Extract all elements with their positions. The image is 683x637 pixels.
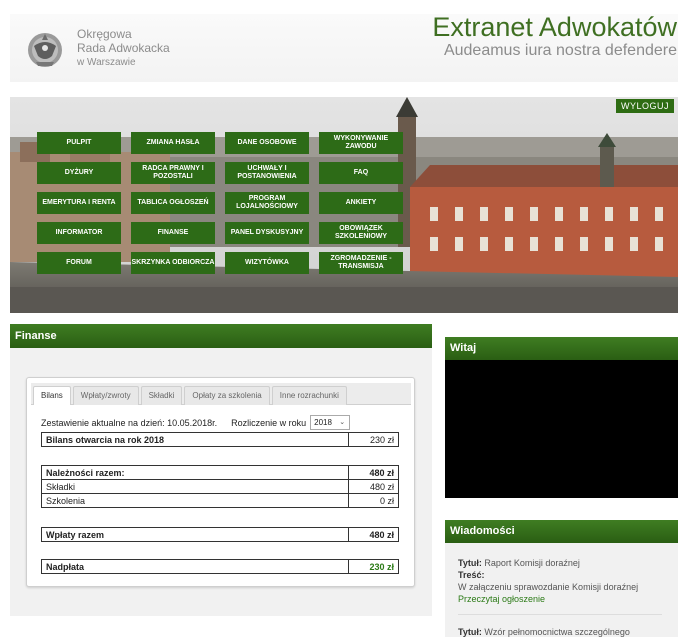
- chevron-down-icon: ⌄: [339, 419, 346, 426]
- menu-item-program-lojalnosciowy[interactable]: PROGRAM LOJALNOŚCIOWY: [225, 192, 309, 214]
- bilans-value: 230 zł: [348, 432, 399, 447]
- logout-button[interactable]: WYLOGUJ: [615, 99, 674, 113]
- status-label: Zestawienie aktualne na dzień: 10.05.201…: [41, 417, 218, 428]
- menu-item-informator[interactable]: INFORMATOR: [37, 222, 121, 244]
- finanse-panel-title: Finanse: [10, 324, 432, 348]
- bilans-label: Bilans otwarcia na rok 2018: [41, 432, 349, 447]
- table-row: Bilans otwarcia na rok 2018 230 zł: [41, 432, 399, 447]
- tab-bilans[interactable]: Bilans: [33, 386, 71, 405]
- message-title-row: Tytuł: Wzór pełnomocnictwa szczególnego: [458, 626, 630, 637]
- message-divider: [458, 614, 662, 615]
- finanse-box: Bilans Wpłaty/zwroty Składki Opłaty za s…: [26, 377, 415, 587]
- org-line-2: Rada Adwokacka: [77, 41, 170, 55]
- org-line-3: w Warszawie: [77, 57, 136, 68]
- tab-inne-rozrachunki[interactable]: Inne rozrachunki: [271, 386, 347, 405]
- menu-item-tablica-ogloszen[interactable]: TABLICA OGŁOSZEŃ: [131, 192, 215, 214]
- table-row: Wpłaty razem 480 zł: [41, 527, 399, 542]
- finanse-panel: Finanse Bilans Wpłaty/zwroty Składki Opł…: [10, 324, 432, 616]
- wplaty-table: Wpłaty razem 480 zł: [41, 527, 399, 542]
- menu-item-dane-osobowe[interactable]: DANE OSOBOWE: [225, 132, 309, 154]
- eagle-crest-logo: [28, 33, 62, 67]
- skladki-label: Składki: [41, 479, 349, 494]
- year-value: 2018: [314, 418, 332, 427]
- year-label: Rozliczenie w roku: [231, 417, 307, 428]
- message-body-label: Treść:: [458, 570, 485, 580]
- wiadomosci-panel-title: Wiadomości: [445, 520, 678, 543]
- brand: Extranet Adwokatów Audeamus iura nostra …: [432, 12, 677, 60]
- message-item: Tytuł: Raport Komisji doraźnej Treść: W …: [458, 557, 638, 605]
- menu-item-zgromadzenie[interactable]: ZGROMADZENIE - TRANSMISJA: [319, 252, 403, 274]
- message-item: Tytuł: Wzór pełnomocnictwa szczególnego: [458, 626, 630, 637]
- naleznosci-label: Należności razem:: [41, 465, 349, 480]
- banner: WYLOGUJ PULPIT ZMIANA HASŁA DANE OSOBOWE…: [10, 97, 678, 313]
- site-title: Extranet Adwokatów: [432, 12, 677, 42]
- table-row: Nadpłata 230 zł: [41, 559, 399, 574]
- menu-item-finanse[interactable]: FINANSE: [131, 222, 215, 244]
- szkolenia-label: Szkolenia: [41, 493, 349, 508]
- nadplata-table: Nadpłata 230 zł: [41, 559, 399, 574]
- nadplata-label: Nadpłata: [41, 559, 349, 574]
- header: Okręgowa Rada Adwokacka w Warszawie Extr…: [0, 0, 683, 95]
- tab-oplaty-za-szkolenia[interactable]: Opłaty za szkolenia: [184, 386, 270, 405]
- message-title-label: Tytuł:: [458, 558, 482, 568]
- year-select[interactable]: 2018 ⌄: [310, 415, 351, 430]
- menu-item-zmiana-hasla[interactable]: ZMIANA HASŁA: [131, 132, 215, 154]
- menu-item-skrzynka-odbiorcza[interactable]: SKRZYNKA ODBIORCZA: [131, 252, 215, 274]
- witaj-panel: Witaj: [445, 337, 678, 498]
- table-row: Składki 480 zł: [41, 479, 399, 494]
- status-row: Zestawienie aktualne na dzień: 10.05.201…: [41, 415, 351, 430]
- organization-name: Okręgowa Rada Adwokacka w Warszawie: [77, 27, 170, 71]
- message-title-label: Tytuł:: [458, 627, 482, 637]
- szkolenia-value: 0 zł: [348, 493, 399, 508]
- menu-item-wykonywanie-zawodu[interactable]: WYKONYWANIE ZAWODU: [319, 132, 403, 154]
- table-row: Należności razem: 480 zł: [41, 465, 399, 480]
- message-body-row: Treść:: [458, 569, 638, 581]
- message-title: Raport Komisji doraźnej: [484, 558, 580, 568]
- table-row: Szkolenia 0 zł: [41, 493, 399, 508]
- menu-item-radca-prawny[interactable]: RADCA PRAWNY I POZOSTALI: [131, 162, 215, 184]
- tab-skladki[interactable]: Składki: [140, 386, 183, 405]
- menu-item-emerytura[interactable]: EMERYTURA I RENTA: [37, 192, 121, 214]
- menu-item-panel-dyskusyjny[interactable]: PANEL DYSKUSYJNY: [225, 222, 309, 244]
- wplaty-value: 480 zł: [348, 527, 399, 542]
- skladki-value: 480 zł: [348, 479, 399, 494]
- menu-item-dyzury[interactable]: DYŻURY: [37, 162, 121, 184]
- menu-item-uchwaly[interactable]: UCHWAŁY I POSTANOWIENIA: [225, 162, 309, 184]
- site-motto: Audeamus iura nostra defendere: [443, 42, 677, 59]
- naleznosci-value: 480 zł: [348, 465, 399, 480]
- witaj-content: [445, 360, 678, 498]
- wiadomosci-panel: Wiadomości Tytuł: Raport Komisji doraźne…: [445, 520, 678, 637]
- menu-item-pulpit[interactable]: PULPIT: [37, 132, 121, 154]
- naleznosci-table: Należności razem: 480 zł Składki 480 zł …: [41, 465, 399, 508]
- tab-wplaty-zwroty[interactable]: Wpłaty/zwroty: [72, 386, 139, 405]
- message-body: W załączeniu sprawozdanie Komisji doraźn…: [458, 582, 639, 592]
- read-announcement-link[interactable]: Przeczytaj ogłoszenie: [458, 593, 638, 605]
- message-title-row: Tytuł: Raport Komisji doraźnej: [458, 557, 638, 569]
- nadplata-value: 230 zł: [348, 559, 399, 574]
- menu-item-obowiazek-szkoleniowy[interactable]: OBOWIĄZEK SZKOLENIOWY: [319, 222, 403, 244]
- message-title: Wzór pełnomocnictwa szczególnego: [484, 627, 630, 637]
- menu-item-faq[interactable]: FAQ: [319, 162, 403, 184]
- bilans-table: Bilans otwarcia na rok 2018 230 zł: [41, 432, 399, 447]
- menu-item-ankiety[interactable]: ANKIETY: [319, 192, 403, 214]
- witaj-panel-title: Witaj: [445, 337, 678, 360]
- menu-item-wizytowka[interactable]: WIZYTÓWKA: [225, 252, 309, 274]
- wplaty-label: Wpłaty razem: [41, 527, 349, 542]
- menu-item-forum[interactable]: FORUM: [37, 252, 121, 274]
- main-menu: PULPIT ZMIANA HASŁA DANE OSOBOWE WYKONYW…: [32, 132, 412, 274]
- finanse-tabs: Bilans Wpłaty/zwroty Składki Opłaty za s…: [31, 383, 411, 405]
- org-line-1: Okręgowa: [77, 27, 132, 41]
